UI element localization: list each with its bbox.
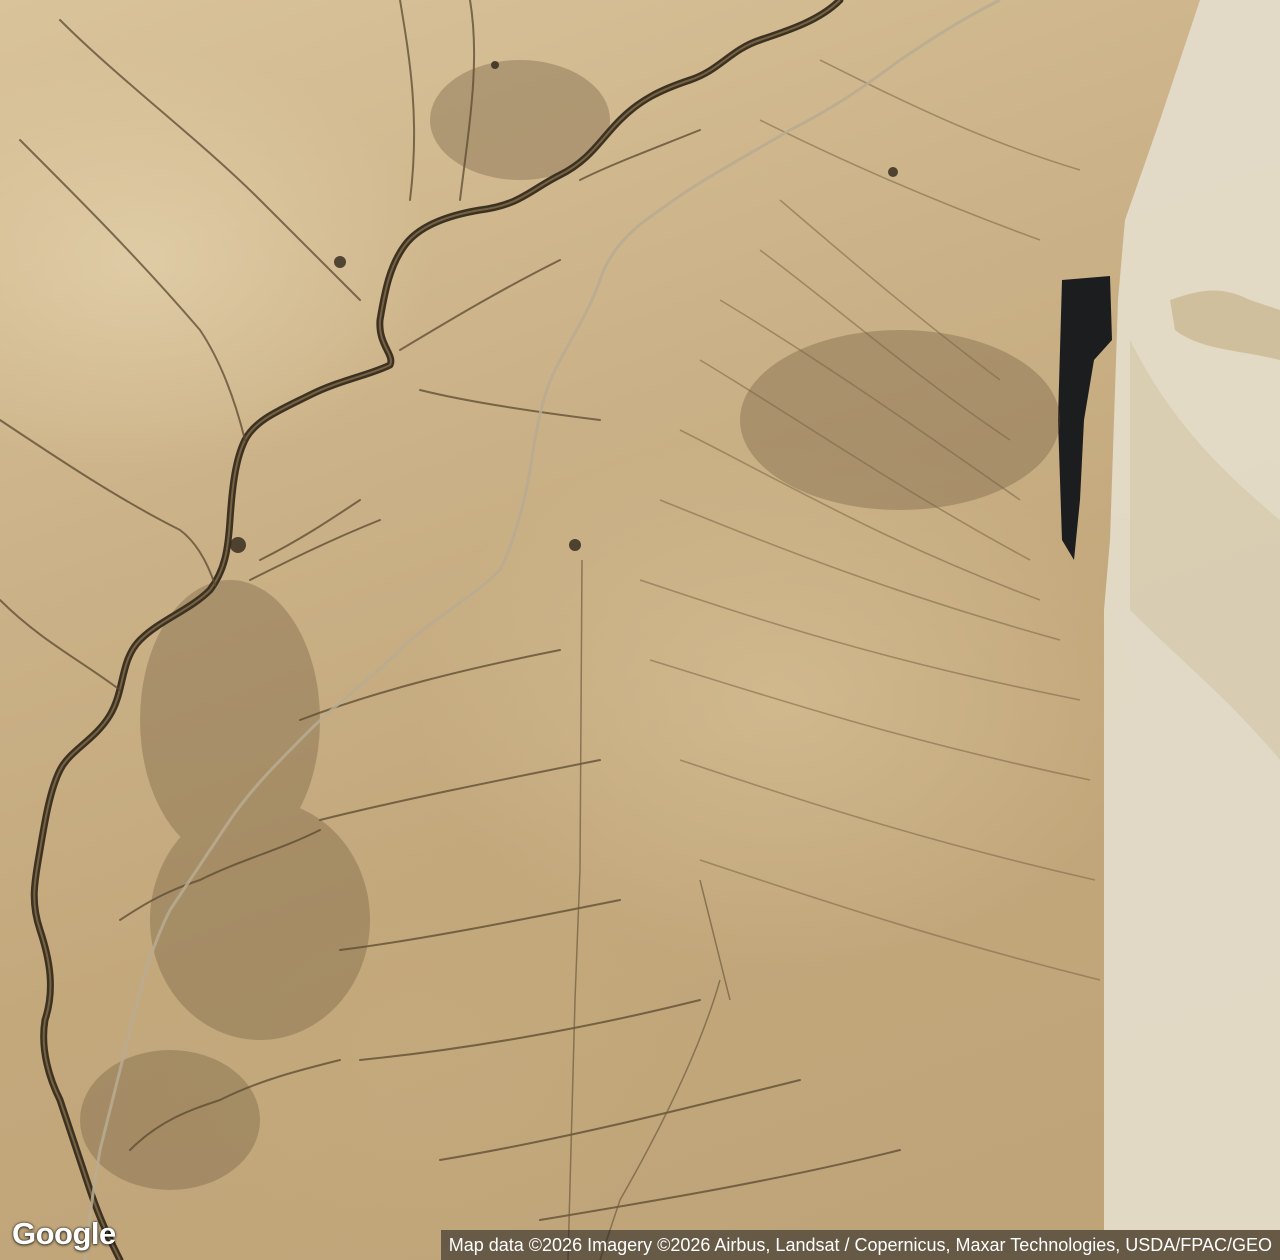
terrain-shading (80, 60, 1060, 1190)
cliff-shadow (1058, 276, 1112, 560)
satellite-map[interactable]: Google Map data ©2026 Imagery ©2026 Airb… (0, 0, 1280, 1260)
section-lines (567, 559, 731, 1260)
terrain-imagery (0, 0, 1280, 1260)
google-logo: Google (12, 1216, 116, 1251)
map-attribution: Map data ©2026 Imagery ©2026 Airbus, Lan… (440, 1230, 1280, 1260)
badland-ridges (639, 59, 1101, 981)
